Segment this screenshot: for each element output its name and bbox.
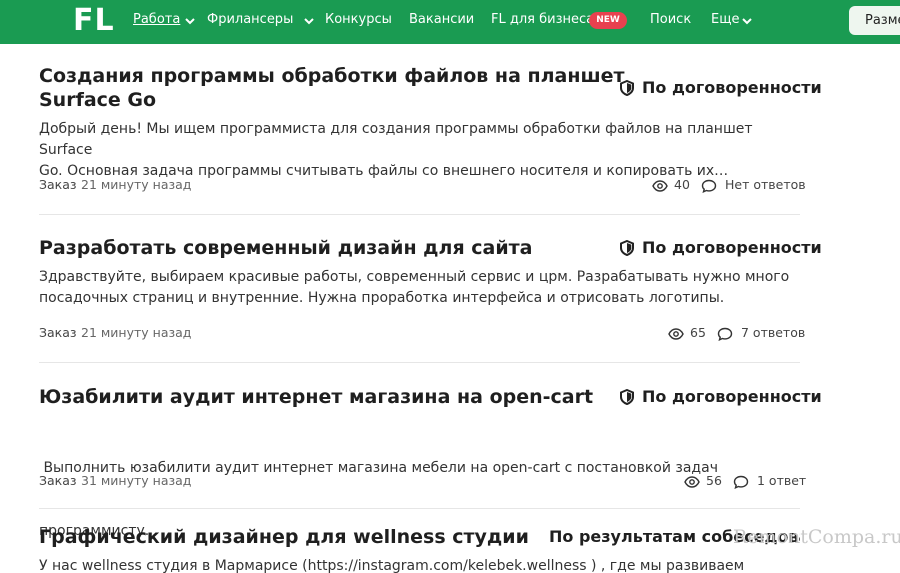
views-count: 40 [674,177,690,192]
chevron-down-icon[interactable] [303,15,315,27]
shield-icon [619,79,635,97]
site-watermark: RemontCompa.ru [733,526,900,548]
project-type: Заказ [39,325,77,340]
project-description: Здравствуйте, выбираем красивые работы, … [39,269,790,306]
nav-business[interactable]: FL для бизнеса [491,11,594,29]
nav-vacancies[interactable]: Вакансии [409,11,474,29]
project-type: Заказ [39,177,77,192]
answers-count[interactable]: 1 ответ [757,473,806,489]
comment-icon [733,474,749,490]
nav-search[interactable]: Поиск [650,11,691,29]
project-title[interactable]: Графический дизайнер для wellness студии [39,525,529,549]
project-title[interactable]: Создания программы обработки файлов на п… [39,64,625,112]
project-description: Добрый день! Мы ищем программиста для со… [39,121,753,179]
divider [39,214,800,215]
project-price: По договоренности [642,387,822,406]
project-title[interactable]: Юзабилити аудит интернет магазина на ope… [39,385,593,409]
project-card[interactable]: Графический дизайнер для wellness студии… [39,525,800,573]
project-card[interactable]: Создания программы обработки файлов на п… [39,64,822,204]
project-title[interactable]: Разработать современный дизайн для сайта [39,236,533,260]
project-price: По договоренности [642,78,822,97]
project-type: Заказ [39,473,77,488]
project-description: У нас wellness студия в Мармарисе (https… [39,558,745,573]
chevron-down-icon[interactable] [741,15,753,27]
comment-icon [717,326,733,342]
nav-more[interactable]: Еще [711,11,739,29]
nav-contests[interactable]: Конкурсы [325,11,392,29]
project-card[interactable]: Разработать современный дизайн для сайта… [39,236,822,351]
answers-count[interactable]: 7 ответов [741,325,805,341]
project-time: 31 минуту назад [81,473,192,488]
eye-icon [652,178,668,192]
project-price: По договоренности [642,238,822,257]
fl-logo[interactable]: FL [73,2,115,40]
shield-icon [619,388,635,406]
top-navbar: FL Работа Фрилансеры Конкурсы Вакансии F… [0,0,900,44]
project-card[interactable]: Юзабилити аудит интернет магазина на ope… [39,385,822,539]
nav-work[interactable]: Работа [133,11,180,29]
answers-count[interactable]: Нет ответов [725,177,806,193]
new-badge: NEW [589,12,627,29]
project-time: 21 минуту назад [81,325,192,340]
divider [39,508,800,509]
nav-freelancers[interactable]: Фрилансеры [207,11,293,29]
eye-icon [684,474,700,488]
place-project-button[interactable]: Разме [849,6,900,35]
comment-icon [701,178,717,194]
shield-icon [619,239,635,257]
project-time: 21 минуту назад [81,177,192,192]
chevron-down-icon[interactable] [184,15,196,27]
views-count: 56 [706,473,722,488]
divider [39,362,800,363]
eye-icon [668,326,684,340]
views-count: 65 [690,325,706,340]
